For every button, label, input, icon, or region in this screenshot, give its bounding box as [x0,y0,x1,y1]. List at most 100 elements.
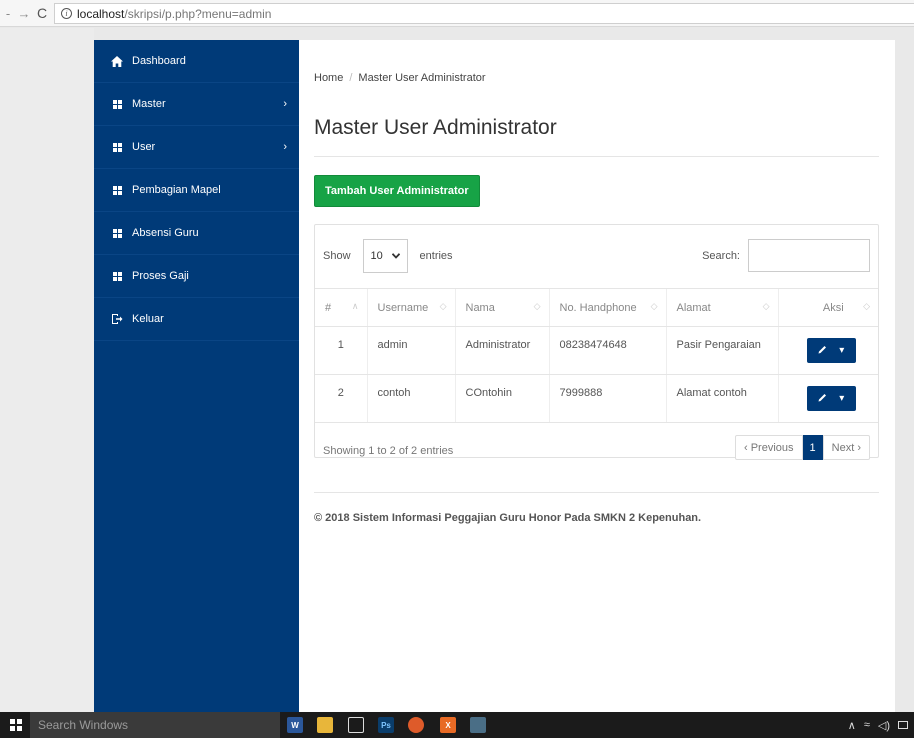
table-row: 2 contoh COntohin 7999888 Alamat contoh … [315,374,878,423]
sidebar-item-pembagian-mapel[interactable]: Pembagian Mapel [94,169,299,212]
caret-down-icon: ▾ [839,393,845,404]
search-label: Search: [702,249,740,262]
sidebar-item-label: Keluar [132,313,164,325]
reload-icon[interactable]: C [34,0,50,27]
divider [314,492,879,493]
datatable-panel: Show 10 entries Search: # ∧ Username ◇ Nam… [314,224,879,460]
column-header-aksi[interactable]: Aksi ◇ [777,288,878,327]
entries-length-control: Show 10 entries [323,239,453,273]
taskbar-search-placeholder: Search Windows [38,718,129,732]
grid-icon [110,142,124,152]
browser-toolbar: - → C i localhost/skripsi/p.php?menu=adm… [0,0,914,27]
volume-icon[interactable]: ◁) [878,719,890,732]
chevron-right-icon: › [283,141,287,153]
sort-icon: ◇ [650,301,658,311]
store-icon[interactable] [348,717,364,733]
show-label: Show [323,250,351,262]
file-explorer-icon[interactable] [317,717,333,733]
cell-number: 1 [315,326,367,375]
sidebar-item-master[interactable]: Master › [94,83,299,126]
column-header-handphone[interactable]: No. Handphone ◇ [548,288,666,327]
cell-nama: COntohin [454,374,549,423]
wifi-icon[interactable]: ≈ [864,719,870,731]
next-page-button[interactable]: Next › [822,435,870,460]
footer-copyright: © 2018 Sistem Informasi Peggajian Guru H… [314,512,702,524]
cell-username: contoh [366,374,455,423]
grid-icon [110,228,124,238]
pencil-icon [818,393,827,405]
table-search: Search: [702,239,870,272]
page-title: Master User Administrator [314,116,557,139]
page-backdrop [0,28,94,712]
add-user-button[interactable]: Tambah User Administrator [314,175,480,207]
info-icon[interactable]: i [61,8,72,19]
main-content: Home / Master User Administrator Master Us… [299,40,895,712]
entries-select-value: 10 [370,250,383,262]
chrome-icon[interactable] [408,717,424,733]
cell-handphone: 7999888 [548,374,666,423]
back-icon[interactable]: - [0,0,16,27]
taskbar-search[interactable]: Search Windows [30,712,280,738]
sidebar-item-dashboard[interactable]: Dashboard [94,40,299,83]
breadcrumb-home[interactable]: Home [314,72,343,84]
sidebar-item-label: Proses Gaji [132,270,189,282]
xampp-icon[interactable]: X [440,717,456,733]
sort-icon: ◇ [863,301,870,311]
taskbar: Search Windows W Ps X ∧ ≈ ◁) [0,712,914,738]
grid-icon [110,185,124,195]
forward-icon[interactable]: → [16,0,32,27]
cell-nama: Administrator [454,326,549,375]
url-path: /skripsi/p.php?menu=admin [124,6,272,21]
column-header-alamat[interactable]: Alamat ◇ [665,288,778,327]
cell-alamat: Pasir Pengaraian [665,326,778,375]
chevron-right-icon: › [283,98,287,110]
table-row: 1 admin Administrator 08238474648 Pasir … [315,326,878,375]
column-header-number[interactable]: # ∧ [315,288,367,327]
notification-icon[interactable] [898,721,908,729]
grid-icon [110,99,124,109]
sort-icon: ◇ [762,301,770,311]
page-1-button[interactable]: 1 [802,435,823,460]
url-host: localhost [77,6,125,21]
sidebar-item-label: Pembagian Mapel [132,184,221,196]
cell-alamat: Alamat contoh [665,374,778,423]
entries-select[interactable]: 10 [362,239,408,273]
edit-dropdown-button[interactable]: ▾ [806,338,856,363]
pencil-icon [818,345,827,357]
address-bar[interactable]: i localhost/skripsi/p.php?menu=admin [54,3,914,24]
cell-aksi: ▾ [777,326,878,375]
photoshop-icon[interactable]: Ps [378,717,394,733]
cell-aksi: ▾ [777,374,878,423]
sidebar-item-label: User [132,141,156,153]
entries-label: entries [419,250,453,262]
sidebar-item-keluar[interactable]: Keluar [94,298,299,341]
home-icon [110,55,124,67]
table-info: Showing 1 to 2 of 2 entries [323,445,454,457]
cell-number: 2 [315,374,367,423]
column-header-nama[interactable]: Nama ◇ [454,288,549,327]
sidebar: Dashboard Master › User › Pembagian Mape… [94,40,299,712]
chevron-up-icon[interactable]: ∧ [848,719,856,732]
logout-icon [110,313,124,325]
previous-page-button[interactable]: ‹ Previous [735,435,803,460]
search-input[interactable] [748,239,870,272]
sidebar-item-user[interactable]: User › [94,126,299,169]
sidebar-item-absensi-guru[interactable]: Absensi Guru [94,212,299,255]
sidebar-item-label: Dashboard [132,55,186,67]
system-tray: ∧ ≈ ◁) [848,712,908,738]
edit-dropdown-button[interactable]: ▾ [806,386,856,411]
breadcrumb-separator: / [349,72,353,84]
app-icon[interactable] [470,717,486,733]
sort-icon: ◇ [439,301,447,311]
sidebar-item-proses-gaji[interactable]: Proses Gaji [94,255,299,298]
grid-icon [110,271,124,281]
column-header-username[interactable]: Username ◇ [366,288,455,327]
user-table: # ∧ Username ◇ Nama ◇ No. Handphone ◇ Alamat… [315,288,878,423]
divider [314,156,879,157]
caret-down-icon: ▾ [839,345,845,356]
sort-icon: ◇ [533,301,541,311]
word-app-icon[interactable]: W [287,717,303,733]
sidebar-item-label: Master [132,98,166,110]
sidebar-item-label: Absensi Guru [132,227,199,239]
windows-start-icon[interactable] [10,719,22,731]
